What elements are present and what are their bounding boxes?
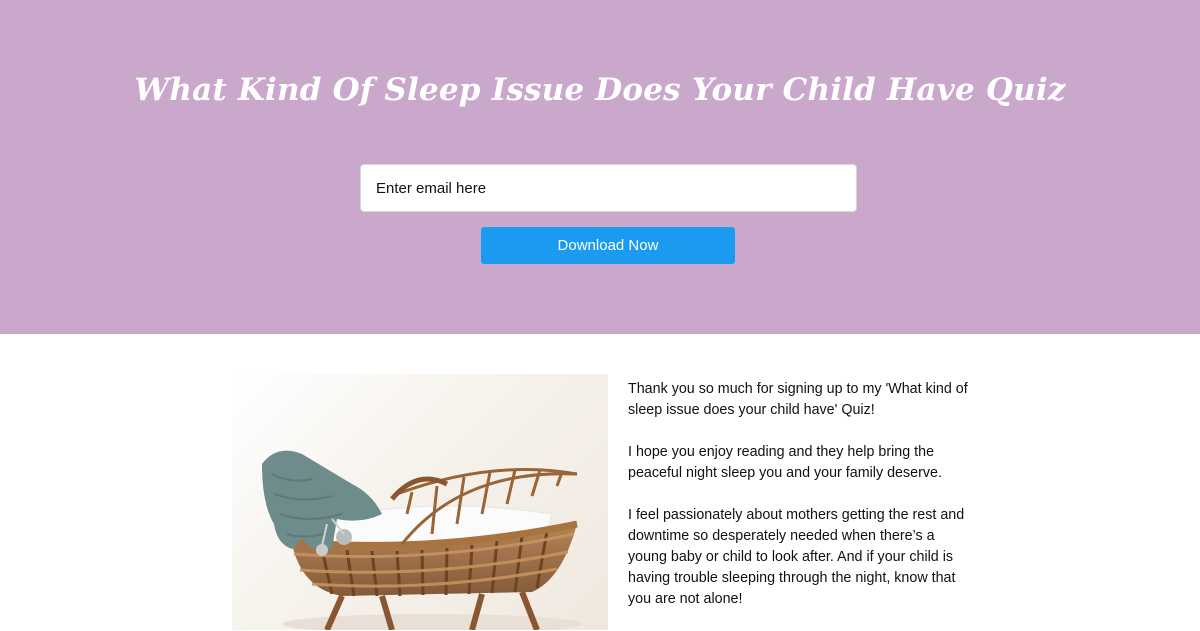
- bassinet-image: [232, 374, 608, 630]
- paragraph: I feel passionately about mothers gettin…: [628, 507, 965, 607]
- paragraph: Thank you so much for signing up to my '…: [628, 381, 968, 418]
- bassinet-illustration: [262, 450, 582, 630]
- page-title: What Kind Of Sleep Issue Does Your Child…: [134, 72, 1066, 108]
- download-now-button[interactable]: Download Now: [481, 227, 735, 264]
- email-field[interactable]: [360, 164, 857, 212]
- paragraph: I hope you enjoy reading and they help b…: [628, 444, 942, 481]
- hero-banner: What Kind Of Sleep Issue Does Your Child…: [0, 0, 1200, 334]
- intro-text: Thank you so much for signing up to my '…: [628, 379, 973, 631]
